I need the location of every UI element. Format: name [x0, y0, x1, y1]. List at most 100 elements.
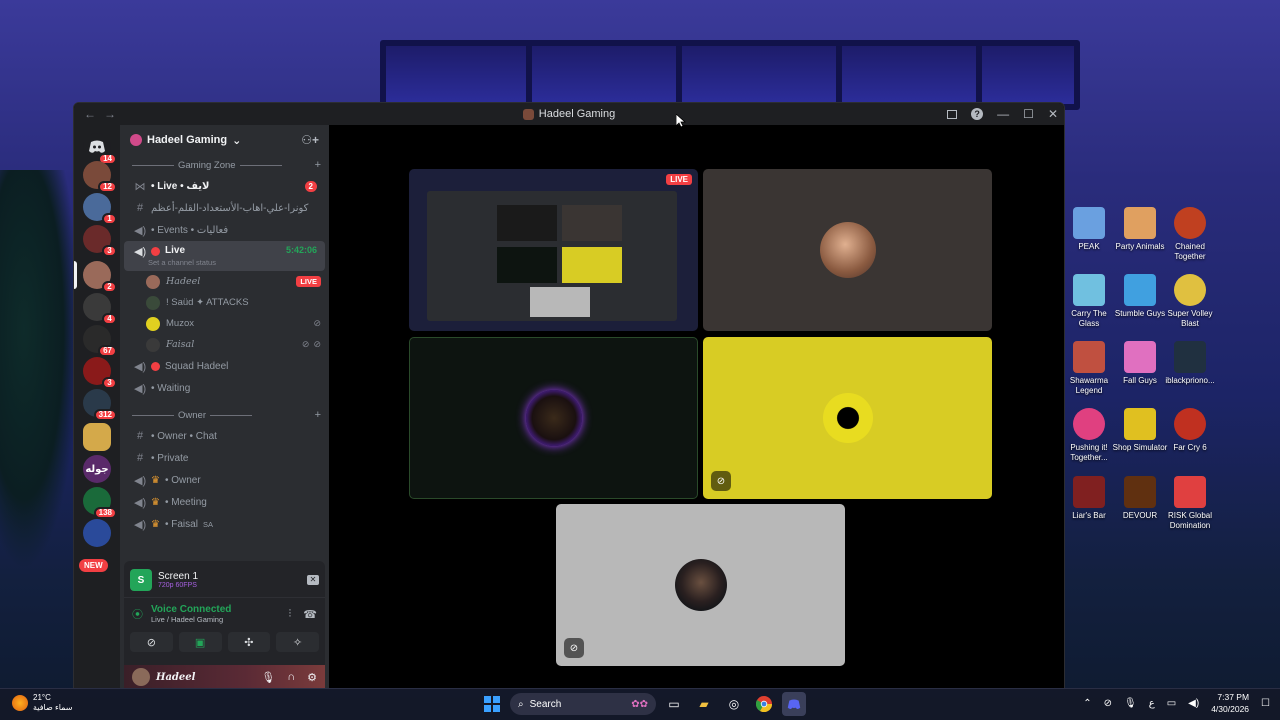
discord-home-icon[interactable]: 14	[83, 133, 117, 165]
close-button[interactable]: ✕	[1048, 107, 1058, 121]
invite-people-icon[interactable]: ⚇+	[301, 133, 319, 147]
desktop-icon-stumble-guys[interactable]: Stumble Guys	[1112, 274, 1168, 319]
server-rail: 14 12 1 3 2 4 67 3 312 جوله 138 NEW	[74, 125, 120, 689]
desktop-icon-peak[interactable]: PEAK	[1061, 207, 1117, 252]
channel-live[interactable]: ◀) Live 5:42:06 Set a channel status	[124, 241, 325, 271]
display-icon[interactable]: ▭	[1167, 698, 1176, 709]
channel-events[interactable]: ◀) • Events • فعاليات	[124, 219, 325, 241]
desktop-icon-carry-the-glass[interactable]: Carry The Glass	[1061, 274, 1117, 329]
discord-window: ← → Hadeel Gaming ? — ☐ ✕ 14 12 1 3 2 4 …	[73, 102, 1065, 690]
desktop-icon-iblackpriono[interactable]: iblackpriono...	[1162, 341, 1218, 386]
desktop-icon-shawarma-legend[interactable]: Shawarma Legend	[1061, 341, 1117, 396]
back-arrow-icon[interactable]: ←	[84, 107, 96, 121]
server-icon-12[interactable]	[83, 519, 111, 547]
signal-icon[interactable]: ⦿	[132, 606, 143, 622]
video-tile-muzox[interactable]: ⊘	[703, 337, 992, 499]
language-indicator[interactable]: ع	[1149, 698, 1155, 709]
channel-live-ar[interactable]: ⋈ • Live • لايف 2	[124, 175, 325, 197]
clock[interactable]: 7:37 PM 4/30/2026	[1211, 691, 1249, 715]
stop-stream-icon[interactable]: ✕	[307, 575, 319, 585]
category-owner[interactable]: Owner +	[120, 405, 329, 425]
desktop-icon-shop-simulator[interactable]: Shop Simulator	[1112, 408, 1168, 453]
maximize-button[interactable]: ☐	[1023, 107, 1034, 121]
server-icon-9[interactable]	[83, 423, 111, 451]
server-icon-11[interactable]: 138	[83, 487, 117, 519]
desktop-icon-super-volley-blast[interactable]: Super Volley Blast	[1162, 274, 1218, 329]
inbox-icon[interactable]	[947, 109, 958, 119]
network-mute-icon[interactable]: ⊘	[1104, 698, 1112, 709]
disconnect-icon[interactable]: ☎	[303, 608, 317, 621]
noise-suppression-icon[interactable]: ⫶	[289, 608, 292, 621]
channel-meeting[interactable]: ◀) ♛ • Meeting	[124, 491, 325, 513]
add-channel-icon[interactable]: +	[315, 159, 321, 171]
video-tile-hadeel[interactable]	[703, 169, 992, 331]
gear-icon[interactable]: ⚙	[307, 671, 317, 684]
microphone-icon[interactable]: 🎙︎	[1124, 698, 1137, 709]
soundboard-button[interactable]: ✧	[276, 632, 319, 652]
server-icon-2[interactable]: 1	[83, 193, 117, 225]
server-icon-5[interactable]: 4	[83, 293, 117, 325]
server-header[interactable]: Hadeel Gaming ⌄ ⚇+	[120, 125, 329, 155]
microphone-icon[interactable]: 🎙︎	[261, 671, 275, 684]
desktop-icon-fall-guys[interactable]: Fall Guys	[1112, 341, 1168, 386]
channel-status-prompt[interactable]: Set a channel status	[148, 258, 216, 267]
windows-start-icon[interactable]	[480, 692, 504, 716]
live-dot-icon	[151, 247, 160, 256]
server-icon-3[interactable]: 3	[83, 225, 117, 257]
chrome-icon[interactable]	[752, 692, 776, 716]
weather-widget[interactable]: 21°C سماء صافية	[12, 693, 73, 713]
party-animals-icon	[1124, 207, 1156, 239]
server-icon-hadeel-gaming[interactable]: 2	[83, 261, 117, 293]
voice-user-hadeel[interactable]: Hadeel LIVE	[120, 271, 329, 292]
stream-preview	[427, 191, 677, 321]
voice-user-saud[interactable]: ! Saüd ✦ ATTACKS	[120, 292, 329, 313]
desktop-icon-pushing-it-together[interactable]: Pushing it! Together...	[1061, 408, 1117, 463]
channel-owner-chat[interactable]: # • Owner • Chat	[124, 425, 325, 447]
headphones-icon[interactable]: ∩	[287, 671, 295, 684]
wallpaper-window	[380, 40, 1080, 110]
channel-waiting[interactable]: ◀) • Waiting	[124, 377, 325, 399]
desktop-icon-party-animals[interactable]: Party Animals	[1112, 207, 1168, 252]
desktop-icon-liars-bar[interactable]: Liar's Bar	[1061, 476, 1117, 521]
avatar	[146, 295, 160, 310]
task-view-icon[interactable]: ▭	[662, 692, 686, 716]
taskbar-search[interactable]: ⌕ Search ✿✿	[510, 693, 656, 715]
stream-tile-hadeel[interactable]: LIVE	[409, 169, 698, 331]
steam-icon[interactable]: ◎	[722, 692, 746, 716]
volume-icon[interactable]: ◀)	[1188, 698, 1199, 709]
voice-user-faisal[interactable]: Faisal ⊘ ⊘	[120, 334, 329, 355]
minimize-button[interactable]: —	[997, 107, 1009, 121]
server-icon-8[interactable]: 312	[83, 389, 117, 421]
chevron-up-icon[interactable]: ⌃	[1083, 698, 1091, 709]
server-icon-1[interactable]: 12	[83, 161, 117, 193]
forward-arrow-icon[interactable]: →	[104, 107, 116, 121]
desktop-icon-chained-together[interactable]: Chained Together	[1162, 207, 1218, 262]
notification-badge: 3	[102, 245, 117, 257]
discord-taskbar-icon[interactable]	[782, 692, 806, 716]
camera-off-button[interactable]: ⊘	[130, 632, 173, 652]
category-gaming-zone[interactable]: Gaming Zone +	[120, 155, 329, 175]
screen-share-button[interactable]: ▣	[178, 632, 222, 652]
activities-button[interactable]: ✣	[227, 632, 271, 652]
channel-rules[interactable]: # كونرا-علي-اهاب-الأستعداد-القلم-أعظم	[124, 197, 325, 219]
desktop-icon-far-cry-6[interactable]: Far Cry 6	[1162, 408, 1218, 453]
voice-user-muzox[interactable]: Muzox ⊘	[120, 313, 329, 334]
help-icon[interactable]: ?	[971, 108, 984, 120]
server-icon-6[interactable]: 67	[83, 325, 117, 357]
video-tile-saud[interactable]	[409, 337, 698, 499]
channel-squad[interactable]: ◀) Squad Hadeel	[124, 355, 325, 377]
server-icon-7[interactable]: 3	[83, 357, 117, 389]
desktop-icon-risk-global-domination[interactable]: RISK Global Domination	[1162, 476, 1218, 531]
video-tile-faisal[interactable]: ⊘	[556, 504, 845, 666]
voice-channel[interactable]: Live / Hadeel Gaming	[151, 615, 231, 624]
channel-faisal[interactable]: ◀) ♛ • Faisal SA	[124, 513, 325, 535]
avatar[interactable]	[132, 668, 150, 686]
desktop-icon-devour[interactable]: DEVOUR	[1112, 476, 1168, 521]
add-channel-icon[interactable]: +	[315, 409, 321, 421]
notifications-icon[interactable]: ☐	[1261, 698, 1270, 709]
current-user-name[interactable]: Hadeel	[156, 672, 195, 683]
channel-private[interactable]: # • Private	[124, 447, 325, 469]
file-explorer-icon[interactable]: ▰	[692, 692, 716, 716]
channel-owner[interactable]: ◀) ♛ • Owner	[124, 469, 325, 491]
server-icon-10[interactable]: جوله	[83, 455, 111, 483]
